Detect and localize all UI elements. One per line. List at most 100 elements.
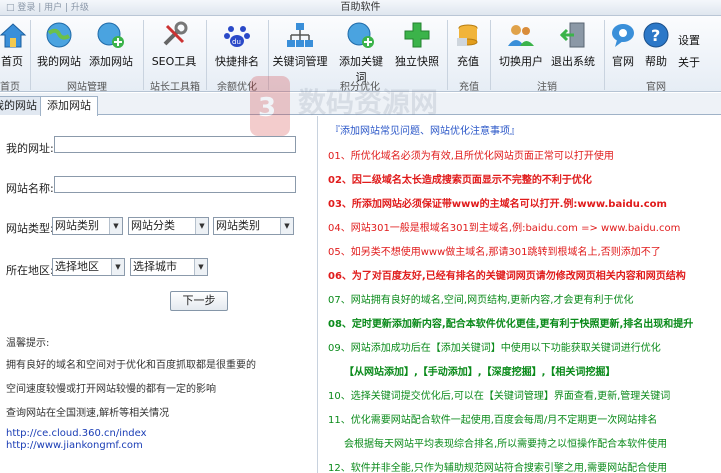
chat-bubble-icon — [612, 24, 634, 47]
url-label: 我的网址: — [6, 142, 54, 155]
home-icon — [0, 23, 27, 48]
chevron-down-icon: ▼ — [194, 259, 207, 275]
ribbon-toolbar: 首页 我的网站 添加网站 SEO工具 du 快捷排名 关键词管理 添加关键词 独… — [0, 16, 721, 93]
coins-icon — [457, 24, 478, 46]
my-sites-button[interactable]: 我的网站 — [36, 20, 82, 69]
chevron-down-icon: ▼ — [111, 259, 124, 275]
settings-link[interactable]: 设置 — [674, 30, 704, 52]
chevron-down-icon: ▼ — [280, 218, 293, 234]
seo-tools-label: SEO工具 — [151, 55, 197, 68]
group-label-site-manage: 网站管理 — [67, 82, 107, 93]
switch-user-button[interactable]: 切换用户 — [498, 20, 544, 69]
note-item: 12、软件并非全能,只作为辅助规范网站符合搜索引擎之用,需要网站配合使用 — [328, 463, 668, 473]
note-item: 11、优化需要网站配合软件一起使用,百度会每周/月不定期更一次网站排名 — [328, 415, 658, 426]
site-type-label: 网站类型: — [6, 222, 54, 235]
url-input[interactable] — [54, 136, 296, 153]
switch-user-label: 切换用户 — [499, 55, 543, 68]
group-label-official: 官网 — [646, 82, 666, 93]
recharge-label: 充值 — [457, 55, 479, 68]
exit-button[interactable]: 退出系统 — [550, 20, 596, 69]
chevron-down-icon: ▼ — [195, 218, 208, 234]
notes-panel: 『添加网站常见问题、网站优化注意事项』 01、所优化域名必须为有效,且所优化网站… — [317, 116, 721, 473]
group-label-webmaster-tools: 站长工具箱 — [150, 82, 200, 93]
note-item: 09、网站添加成功后在【添加关键词】中使用以下功能获取关键词进行优化 — [328, 343, 661, 354]
globe-icon — [46, 22, 72, 48]
window-title: 百助软件 — [340, 2, 381, 13]
hint-line: 查询网站在全国测速,解析等相关情况 — [6, 408, 170, 419]
city-select[interactable]: 选择城市 ▼ — [130, 258, 208, 276]
quick-rank-label: 快捷排名 — [215, 55, 259, 68]
globe-add-icon — [347, 22, 374, 48]
note-item: 10、选择关键词提交优化后,可以在【关键词管理】界面查看,更新,管理关键词 — [328, 391, 671, 402]
note-item: 01、所优化域名必须为有效,且所优化网站页面正常可以打开使用 — [328, 151, 614, 162]
quick-rank-button[interactable]: du 快捷排名 — [212, 20, 262, 69]
note-item: 会根据每天网站平均表现综合排名,所以需要持之以恒操作配合本软件使用 — [344, 439, 668, 450]
title-bar-ghost-text: □ 登录 | 用户 | 升级 — [6, 3, 89, 13]
help-button[interactable]: ? 帮助 — [641, 20, 671, 69]
note-item: 06、为了对百度友好,已经有排名的关键词网页请勿修改网页相关内容和网页结构 — [328, 271, 686, 282]
note-item: 【从网站添加】,【手动添加】,【深度挖掘】,【相关词挖掘】 — [344, 367, 616, 378]
site-category-select[interactable]: 网站类别 ▼ — [52, 217, 123, 235]
keyword-manage-button[interactable]: 关键词管理 — [272, 20, 328, 69]
site-subcategory-value: 网站类别 — [216, 219, 260, 232]
site-classification-value: 网站分类 — [131, 219, 175, 232]
home-button-label: 首页 — [1, 55, 23, 68]
next-step-button[interactable]: 下一步 — [170, 291, 228, 311]
settings-about-menu[interactable]: 设置 关于 — [674, 30, 704, 74]
help-icon: ? — [643, 22, 669, 48]
snapshot-button[interactable]: 独立快照 — [394, 20, 440, 69]
home-button[interactable]: 首页 — [0, 20, 27, 69]
official-site-label: 官网 — [612, 55, 634, 68]
exit-label: 退出系统 — [551, 55, 595, 68]
add-keyword-button[interactable]: 添加关键词 — [334, 20, 388, 85]
site-category-value: 网站类别 — [55, 219, 99, 232]
globe-add-icon — [97, 22, 124, 48]
note-item: 04、网站301一般是根域名301到主域名,例:baidu.com => www… — [328, 223, 681, 234]
chevron-down-icon: ▼ — [109, 218, 122, 234]
site-subcategory-select[interactable]: 网站类别 ▼ — [213, 217, 294, 235]
network-icon — [287, 23, 313, 47]
svg-text:du: du — [232, 38, 241, 46]
my-sites-label: 我的网站 — [37, 55, 81, 68]
region-label: 所在地区: — [6, 264, 54, 277]
note-item: 07、网站拥有良好的域名,空间,网页结构,更新内容,才会更有利于优化 — [328, 295, 634, 306]
note-item: 03、所添加网站必须保证带www的主域名可以打开.例:www.baidu.com — [328, 199, 667, 210]
hint-line: 拥有良好的域名和空间对于优化和百度抓取都是很重要的 — [6, 360, 256, 371]
recharge-button[interactable]: 充值 — [452, 20, 484, 69]
hint-line: 空间速度较慢或打开网站较慢的都有一定的影响 — [6, 384, 216, 395]
exit-door-icon — [559, 22, 585, 48]
region-select[interactable]: 选择地区 ▼ — [52, 258, 125, 276]
site-name-input[interactable] — [54, 176, 296, 193]
site-name-label: 网站名称: — [6, 182, 54, 195]
official-site-button[interactable]: 官网 — [608, 20, 638, 69]
notes-heading: 『添加网站常见问题、网站优化注意事项』 — [330, 126, 520, 137]
tab-add-site[interactable]: 添加网站 — [40, 96, 98, 116]
svg-text:?: ? — [651, 26, 660, 45]
title-bar: □ 登录 | 用户 | 升级 百助软件 — [0, 0, 721, 16]
region-value: 选择地区 — [55, 260, 99, 273]
plus-icon — [404, 22, 430, 48]
add-site-form: 我的网址: 网站名称: 网站类型: 网站类别 ▼ 网站分类 ▼ 网站类别 ▼ 所… — [0, 116, 316, 473]
help-label: 帮助 — [645, 55, 667, 68]
add-site-label: 添加网站 — [89, 55, 133, 68]
snapshot-label: 独立快照 — [395, 55, 439, 68]
group-label-home: 首页 — [0, 82, 20, 93]
add-site-button[interactable]: 添加网站 — [88, 20, 134, 69]
baidu-paw-icon: du — [224, 26, 250, 47]
city-value: 选择城市 — [133, 260, 177, 273]
group-label-recharge: 充值 — [459, 82, 479, 93]
group-label-points-optimize: 积分优化 — [340, 82, 380, 93]
speedtest-link[interactable]: http://ce.cloud.360.cn/index — [6, 428, 147, 439]
hint-title: 温馨提示: — [6, 338, 50, 349]
tab-strip: 我的网站 添加网站 — [0, 93, 721, 116]
group-label-logout: 注销 — [537, 82, 557, 93]
note-item: 05、如另类不想使用www做主域名,那请301跳转到根域名上,否则添加不了 — [328, 247, 661, 258]
users-icon — [508, 25, 534, 46]
tab-my-sites[interactable]: 我的网站 — [0, 96, 44, 115]
note-item: 08、定时更新添加新内容,配合本软件优化更佳,更有利于快照更新,排名出现和提升 — [328, 319, 694, 330]
seo-tools-button[interactable]: SEO工具 — [150, 20, 198, 69]
group-label-balance-optimize: 余额优化 — [217, 82, 257, 93]
site-classification-select[interactable]: 网站分类 ▼ — [128, 217, 209, 235]
monitor-link[interactable]: http://www.jiankongmf.com — [6, 440, 143, 451]
about-link[interactable]: 关于 — [674, 52, 704, 74]
